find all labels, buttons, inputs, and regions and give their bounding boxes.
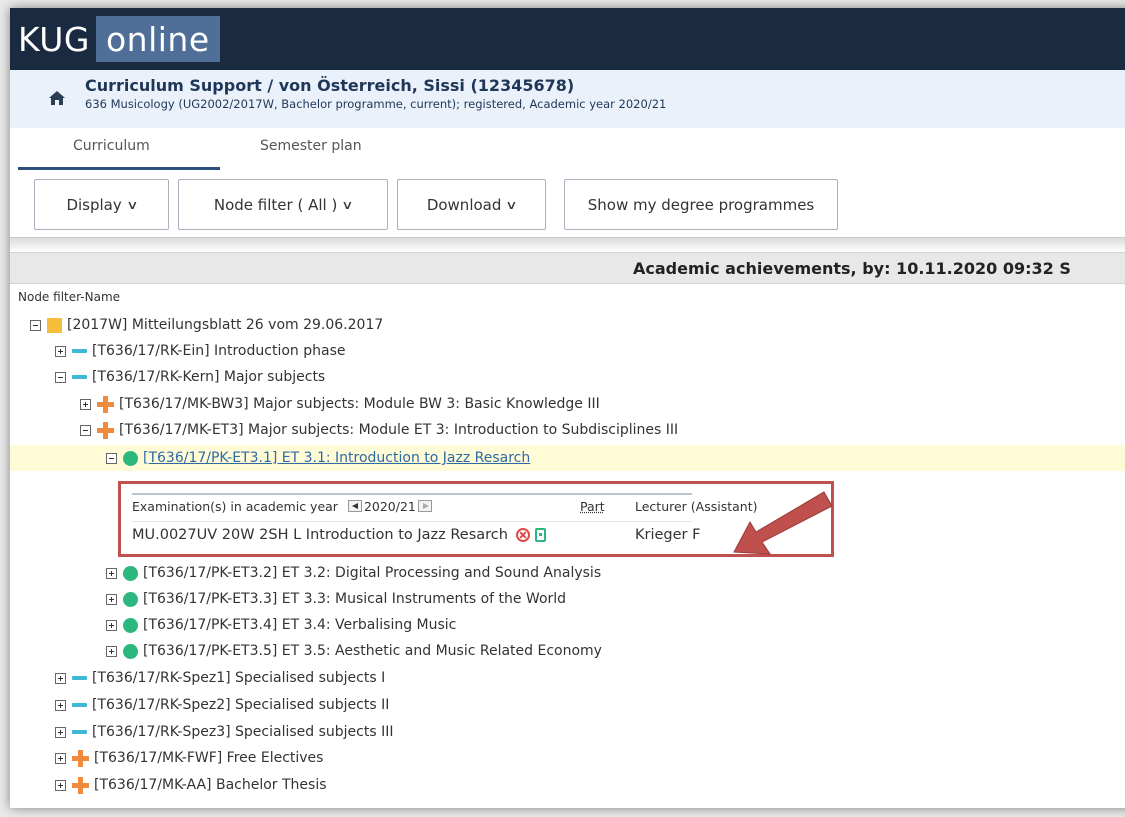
circle-icon [123,591,138,607]
home-icon[interactable] [48,90,66,106]
achievements-header: Academic achievements, by: 10.11.2020 09… [633,259,1071,278]
tree-node-label: [T636/17/PK-ET3.4] ET 3.4: Verbalising M… [143,617,457,633]
tree-node[interactable]: [T636/17/PK-ET3.2] ET 3.2: Digital Proce… [106,560,601,586]
plus-module-icon [97,421,114,439]
node-filter-dropdown-button[interactable]: Node filter ( All ) ∨ [178,179,388,230]
achievements-header-bar: Academic achievements, by: 10.11.2020 09… [10,252,1125,284]
plus-module-icon [72,776,89,794]
tree-node-label: [T636/17/PK-ET3.2] ET 3.2: Digital Proce… [143,565,602,581]
download-label: Download [426,195,502,214]
download-dropdown-button[interactable]: Download ∨ [397,179,546,230]
chevron-down-icon: ∨ [505,197,518,212]
tree-node[interactable]: [T636/17/PK-ET3.5] ET 3.5: Aesthetic and… [106,638,602,664]
plus-module-icon [72,749,89,767]
annotation-highlight-box [118,481,834,557]
logo-kug-text: KUG [18,19,90,59]
expand-toggle-icon[interactable] [55,752,66,764]
expand-toggle-icon[interactable] [55,345,66,357]
tab-curriculum[interactable]: Curriculum [73,138,150,154]
top-header-bar: KUG online [10,8,1125,70]
collapse-toggle-icon[interactable] [80,424,91,436]
expand-toggle-icon[interactable] [55,672,66,684]
tree-node-link[interactable]: [T636/17/PK-ET3.1] ET 3.1: Introduction … [143,450,530,466]
chevron-down-icon: ∨ [341,197,354,212]
tree-node-label: [T636/17/MK-AA] Bachelor Thesis [94,777,327,793]
kug-online-logo[interactable]: KUG online [16,10,220,68]
expand-toggle-icon[interactable] [106,645,117,657]
tree-node[interactable]: [T636/17/MK-BW3] Major subjects: Module … [80,391,600,417]
dash-icon [72,676,87,680]
app-window: KUG online Curriculum Support / von Öste… [10,8,1125,808]
tree-node-label: [2017W] Mitteilungsblatt 26 vom 29.06.20… [67,317,384,333]
expand-toggle-icon[interactable] [106,567,117,579]
dash-icon [72,703,87,707]
dash-icon [72,349,87,353]
annotation-arrow-icon [733,491,833,555]
collapse-toggle-icon[interactable] [55,371,66,383]
expand-toggle-icon[interactable] [106,593,117,605]
tree-node-label: [T636/17/RK-Spez1] Specialised subjects … [92,670,386,686]
breadcrumb: Curriculum Support / von Österreich, Sis… [10,70,1125,128]
page-title: Curriculum Support / von Österreich, Sis… [85,76,575,95]
plus-module-icon [97,395,114,413]
programme-subtitle: 636 Musicology (UG2002/2017W, Bachelor p… [85,97,667,111]
circle-icon [123,450,138,466]
show-programmes-label: Show my degree programmes [587,195,815,214]
expand-toggle-icon[interactable] [80,398,91,410]
expand-toggle-icon[interactable] [106,619,117,631]
circle-icon [123,643,138,659]
tree-node[interactable]: [T636/17/RK-Ein] Introduction phase [55,338,345,364]
toolbar: Display ∨ Node filter ( All ) ∨ Download… [10,170,1125,238]
tree-node[interactable]: [T636/17/MK-AA] Bachelor Thesis [55,772,327,798]
tree-node-label: [T636/17/MK-BW3] Major subjects: Module … [119,396,600,412]
tree-node-label: [T636/17/RK-Kern] Major subjects [92,369,326,385]
chevron-down-icon: ∨ [125,197,139,212]
collapse-toggle-icon[interactable] [106,452,117,464]
dash-icon [72,375,87,379]
tree-node-label: [T636/17/MK-ET3] Major subjects: Module … [119,422,679,438]
tree-node[interactable]: [T636/17/RK-Spez3] Specialised subjects … [55,719,393,745]
tree-node-selected[interactable]: [T636/17/PK-ET3.1] ET 3.1: Introduction … [106,445,530,471]
tree-node-label: [T636/17/RK-Spez3] Specialised subjects … [92,724,394,740]
tree-node[interactable]: [T636/17/RK-Spez1] Specialised subjects … [55,665,385,691]
display-dropdown-button[interactable]: Display ∨ [34,179,169,230]
circle-icon [123,617,138,633]
tree-node[interactable]: [T636/17/RK-Kern] Major subjects [55,364,325,390]
tree-node[interactable]: [T636/17/MK-ET3] Major subjects: Module … [80,417,678,443]
tree-node[interactable]: [T636/17/RK-Spez2] Specialised subjects … [55,692,389,718]
tree-node[interactable]: [T636/17/MK-FWF] Free Electives [55,745,323,771]
expand-toggle-icon[interactable] [55,726,66,738]
expand-toggle-icon[interactable] [55,779,66,791]
tree-node-label: [T636/17/MK-FWF] Free Electives [94,750,324,766]
show-degree-programmes-button[interactable]: Show my degree programmes [564,179,838,230]
dash-icon [72,730,87,734]
display-label: Display [66,195,122,214]
tree-node-label: [T636/17/PK-ET3.3] ET 3.3: Musical Instr… [143,591,567,607]
expand-toggle-icon[interactable] [55,699,66,711]
circle-icon [123,565,138,581]
node-filter-label: Node filter ( All ) [213,195,338,214]
tree-node[interactable]: [T636/17/PK-ET3.4] ET 3.4: Verbalising M… [106,612,456,638]
tree-node-label: [T636/17/PK-ET3.5] ET 3.5: Aesthetic and… [143,643,602,659]
tree-node[interactable]: [T636/17/PK-ET3.3] ET 3.3: Musical Instr… [106,586,566,612]
square-folder-icon [47,317,62,333]
logo-online-text: online [95,16,220,62]
tree-node-label: [T636/17/RK-Ein] Introduction phase [92,343,346,359]
tree-node[interactable]: [2017W] Mitteilungsblatt 26 vom 29.06.20… [30,312,383,338]
collapse-toggle-icon[interactable] [30,319,41,331]
toolbar-divider [10,238,1125,252]
column-header-name: Node filter-Name [18,290,121,304]
tree-node-label: [T636/17/RK-Spez2] Specialised subjects … [92,697,390,713]
tab-semester-plan[interactable]: Semester plan [260,138,362,154]
tab-bar: Curriculum Semester plan [10,128,1125,170]
